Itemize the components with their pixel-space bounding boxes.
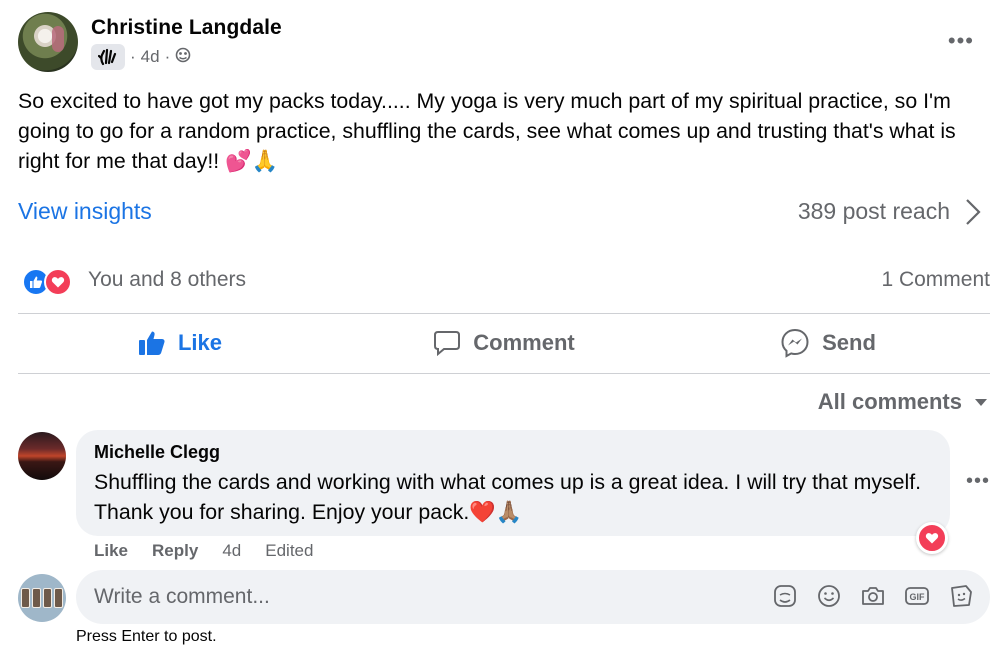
wave-hand-icon[interactable] xyxy=(91,44,125,70)
user-avatar[interactable] xyxy=(18,574,66,622)
svg-text:GIF: GIF xyxy=(910,592,926,602)
meta-separator: · xyxy=(130,47,136,66)
comment-actions: Like Reply 4d Edited xyxy=(94,541,313,561)
all-comments-filter[interactable]: All comments xyxy=(818,389,988,415)
comment-count[interactable]: 1 Comment xyxy=(881,268,990,292)
like-label: Like xyxy=(177,330,223,355)
post-header: Christine Langdale · 4d · ••• xyxy=(18,12,988,74)
send-label: Send xyxy=(822,330,876,355)
reactions-row: You and 8 others 1 Comment xyxy=(18,264,990,298)
post-reach[interactable]: 389 post reach xyxy=(798,198,950,225)
meta-separator: · xyxy=(164,47,171,66)
comment-composer: GIF xyxy=(18,570,990,624)
send-button[interactable]: Send xyxy=(666,314,990,372)
comment-input-box: GIF xyxy=(76,570,990,624)
author-avatar[interactable] xyxy=(18,12,78,72)
action-bar: Like Comment Send xyxy=(18,314,990,372)
chevron-right-icon[interactable] xyxy=(960,196,986,228)
insights-row: View insights 389 post reach xyxy=(18,196,990,232)
comment-item: Michelle Clegg Shuffling the cards and w… xyxy=(18,430,990,560)
divider xyxy=(18,373,990,374)
filter-label: All comments xyxy=(817,389,962,414)
post-time[interactable]: 4d xyxy=(141,47,160,67)
emoji-icon[interactable] xyxy=(816,583,842,609)
author-name[interactable]: Christine Langdale xyxy=(91,16,282,40)
comment-edited[interactable]: Edited xyxy=(265,541,313,561)
comment-bubble: Michelle Clegg Shuffling the cards and w… xyxy=(76,430,950,536)
post-text: So excited to have got my packs today...… xyxy=(18,89,956,173)
caret-down-icon xyxy=(975,399,987,406)
camera-icon[interactable] xyxy=(860,583,886,609)
commenter-name[interactable]: Michelle Clegg xyxy=(94,442,932,463)
comment-text: Shuffling the cards and working with wha… xyxy=(94,470,922,524)
gif-icon[interactable]: GIF xyxy=(904,583,930,609)
comment-input[interactable] xyxy=(94,570,734,624)
avatar-sticker-icon[interactable] xyxy=(948,583,974,609)
sticker-icon[interactable] xyxy=(772,583,798,609)
like-button[interactable]: Like xyxy=(18,314,342,372)
post-meta: · 4d · xyxy=(91,44,191,70)
messenger-icon xyxy=(781,328,809,358)
comment-icon xyxy=(434,331,461,356)
view-insights-link[interactable]: View insights xyxy=(18,198,152,225)
comment-time[interactable]: 4d xyxy=(222,541,241,561)
comment-like-button[interactable]: Like xyxy=(94,541,128,561)
more-icon[interactable]: ••• xyxy=(966,470,990,493)
comment-label: Comment xyxy=(473,330,575,355)
love-reaction-icon[interactable] xyxy=(916,522,948,554)
thumbs-up-icon xyxy=(138,331,165,355)
globe-icon xyxy=(175,47,191,68)
love-reaction-icon xyxy=(44,268,72,296)
reaction-icons[interactable] xyxy=(22,268,78,296)
composer-tools: GIF xyxy=(772,583,974,609)
comment-button[interactable]: Comment xyxy=(342,314,666,372)
comment-reply-button[interactable]: Reply xyxy=(152,541,198,561)
reaction-summary[interactable]: You and 8 others xyxy=(88,268,246,292)
more-icon[interactable]: ••• xyxy=(948,28,974,54)
commenter-avatar[interactable] xyxy=(18,432,66,480)
press-enter-hint: Press Enter to post. xyxy=(76,628,217,645)
